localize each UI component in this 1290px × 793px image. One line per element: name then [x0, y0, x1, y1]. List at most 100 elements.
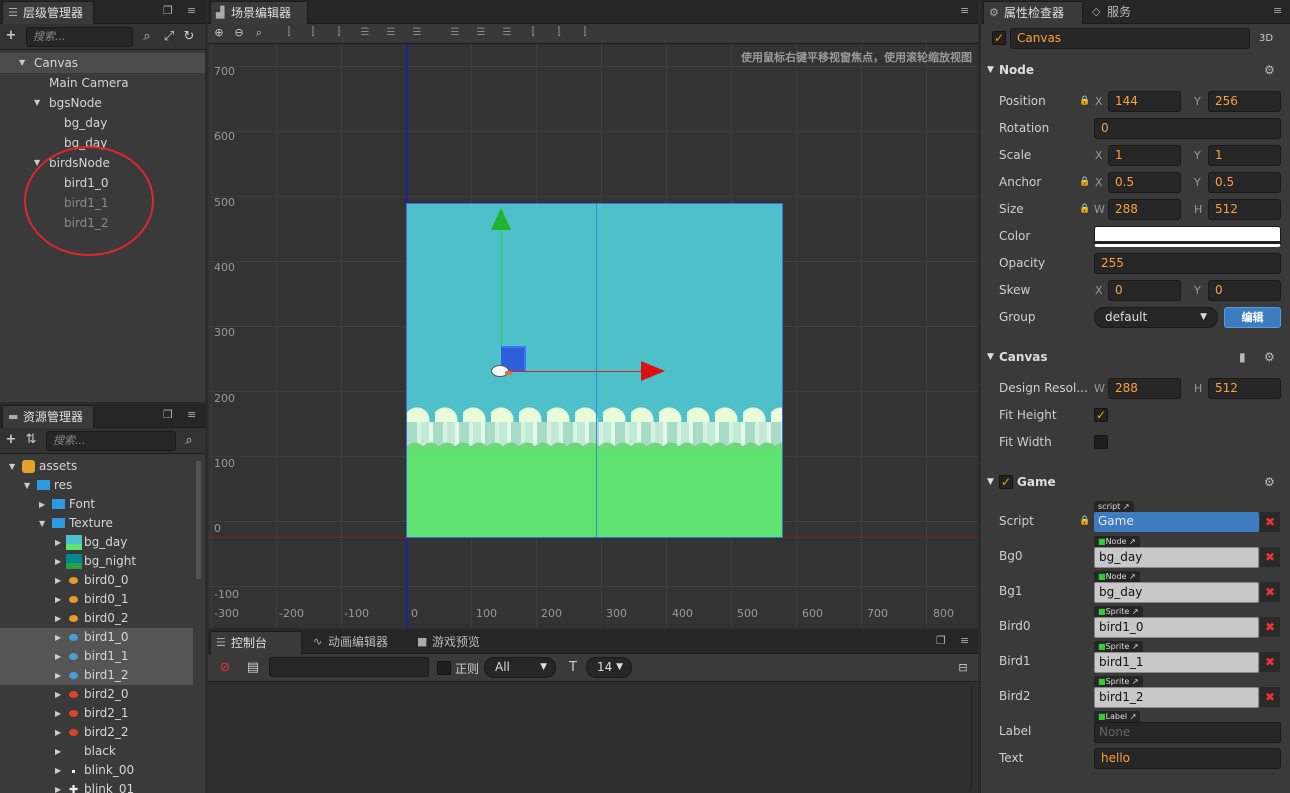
- expand-icon[interactable]: ⤢: [162, 30, 176, 44]
- regex-checkbox[interactable]: [437, 661, 451, 675]
- skew-y-input[interactable]: 0: [1208, 280, 1281, 301]
- design-w-input[interactable]: 288: [1108, 378, 1181, 399]
- gizmo-y-arrow-icon[interactable]: [491, 208, 511, 230]
- chevron-right-icon[interactable]: ▶: [55, 628, 61, 647]
- tab-inspector[interactable]: ⚙ 属性检查器: [983, 1, 1083, 24]
- asset-texture[interactable]: ▶ bird0_1: [0, 590, 205, 609]
- scale-y-input[interactable]: 1: [1208, 145, 1281, 166]
- color-swatch[interactable]: [1094, 226, 1281, 247]
- tab-assets[interactable]: ▬ 资源管理器: [2, 405, 94, 428]
- tree-node-main-camera[interactable]: Main Camera: [0, 73, 205, 93]
- gear-icon[interactable]: ⚙: [1264, 345, 1275, 369]
- tab-services[interactable]: ◇ 服务: [1087, 1, 1147, 24]
- asset-texture[interactable]: ▶ bird1_1: [0, 647, 193, 666]
- tree-node-bgsnode[interactable]: ▼ bgsNode: [0, 93, 205, 113]
- console-filter-input[interactable]: [269, 657, 429, 677]
- chevron-right-icon[interactable]: ▶: [55, 609, 61, 628]
- node-active-checkbox[interactable]: ✓: [992, 31, 1006, 45]
- node-section-header[interactable]: ▼ Node ⚙: [981, 58, 1290, 82]
- search-icon[interactable]: ⌕: [140, 30, 154, 44]
- menu-icon[interactable]: ≡: [1273, 4, 1282, 18]
- hierarchy-search-input[interactable]: 搜索...: [26, 27, 133, 47]
- chevron-right-icon[interactable]: ▶: [55, 780, 61, 793]
- sort-icon[interactable]: ⇅: [24, 433, 38, 447]
- zoom-out-icon[interactable]: ⊖: [232, 26, 246, 40]
- asset-texture[interactable]: ▶ bird0_0: [0, 571, 205, 590]
- tab-animation-editor[interactable]: ∿ 动画编辑器: [308, 631, 408, 654]
- asset-texture[interactable]: ▶ black: [0, 742, 205, 761]
- font-size-select[interactable]: 14 ▼: [586, 657, 632, 678]
- scene-viewport[interactable]: 使用鼠标右键平移视窗焦点，使用滚轮缩放视图 700 600 500 400 30…: [208, 44, 978, 628]
- maximize-icon[interactable]: ❐: [163, 4, 173, 18]
- anchor-y-input[interactable]: 0.5: [1208, 172, 1281, 193]
- align-top-icon[interactable]: ☰: [358, 26, 372, 40]
- size-w-input[interactable]: 288: [1108, 199, 1181, 220]
- clear-icon[interactable]: ⊘: [218, 661, 232, 675]
- distribute-middle-icon[interactable]: ☰: [474, 26, 488, 40]
- remove-bird1-icon[interactable]: ✖: [1260, 652, 1280, 672]
- position-y-input[interactable]: 256: [1208, 91, 1281, 112]
- remove-bird2-icon[interactable]: ✖: [1260, 687, 1280, 707]
- tab-scene-editor[interactable]: ▟ 场景编辑器: [210, 1, 308, 24]
- chevron-down-icon[interactable]: ▼: [39, 514, 45, 533]
- asset-texture[interactable]: ▶ bird2_1: [0, 704, 205, 723]
- align-bottom-icon[interactable]: ☰: [410, 26, 424, 40]
- chevron-down-icon[interactable]: ▼: [34, 93, 40, 113]
- asset-texture[interactable]: ▶ bird1_2: [0, 666, 193, 685]
- game-section-header[interactable]: ▼ ✓ Game ⚙: [981, 470, 1290, 494]
- node-name-input[interactable]: Canvas: [1010, 28, 1250, 49]
- chevron-right-icon[interactable]: ▶: [55, 742, 61, 761]
- align-right-icon[interactable]: ⫿: [332, 26, 346, 40]
- align-center-h-icon[interactable]: ⫿: [306, 26, 320, 40]
- asset-texture[interactable]: ▶ bird0_2: [0, 609, 205, 628]
- add-icon[interactable]: +: [4, 29, 18, 43]
- gear-icon[interactable]: ⚙: [1264, 58, 1275, 82]
- text-input[interactable]: hello: [1094, 748, 1281, 769]
- chevron-right-icon[interactable]: ▶: [55, 552, 61, 571]
- chevron-down-icon[interactable]: ▼: [24, 476, 30, 495]
- rotation-input[interactable]: 0: [1094, 118, 1281, 139]
- bird1-ref-field[interactable]: bird1_1: [1094, 652, 1259, 673]
- menu-icon[interactable]: ≡: [960, 634, 969, 648]
- tree-node-bg-day-1[interactable]: bg_day: [0, 113, 205, 133]
- group-select[interactable]: default ▼: [1094, 307, 1218, 328]
- distribute-bottom-icon[interactable]: ☰: [500, 26, 514, 40]
- tree-node-canvas[interactable]: ▼ Canvas: [0, 53, 205, 73]
- anchor-x-input[interactable]: 0.5: [1108, 172, 1181, 193]
- bg0-ref-field[interactable]: bg_day: [1094, 547, 1259, 568]
- align-middle-icon[interactable]: ☰: [384, 26, 398, 40]
- asset-folder[interactable]: ▶ Font: [0, 495, 205, 514]
- bird0-ref-field[interactable]: bird1_0: [1094, 617, 1259, 638]
- zoom-reset-icon[interactable]: ⌕: [252, 26, 266, 40]
- skew-x-input[interactable]: 0: [1108, 280, 1181, 301]
- chevron-right-icon[interactable]: ▶: [55, 666, 61, 685]
- game-enabled-checkbox[interactable]: ✓: [999, 475, 1013, 489]
- chevron-right-icon[interactable]: ▶: [55, 647, 61, 666]
- position-x-input[interactable]: 144: [1108, 91, 1181, 112]
- maximize-icon[interactable]: ❐: [163, 408, 173, 422]
- asset-texture[interactable]: ▶ bg_day: [0, 533, 205, 552]
- distribute-top-icon[interactable]: ☰: [448, 26, 462, 40]
- opacity-input[interactable]: 255: [1094, 253, 1281, 274]
- log-level-select[interactable]: All ▼: [484, 657, 556, 678]
- gizmo-x-arrow-icon[interactable]: [641, 361, 665, 381]
- refresh-icon[interactable]: ↻: [182, 30, 196, 44]
- fit-height-checkbox[interactable]: ✓: [1094, 408, 1108, 422]
- gizmo-x-axis[interactable]: [501, 371, 641, 372]
- chevron-right-icon[interactable]: ▶: [55, 685, 61, 704]
- menu-icon[interactable]: ≡: [187, 4, 196, 18]
- label-ref-field[interactable]: None: [1094, 722, 1281, 743]
- log-file-icon[interactable]: ▤: [246, 661, 260, 675]
- asset-texture[interactable]: ▶ ✚ blink_01: [0, 780, 205, 793]
- asset-texture[interactable]: ▶ bird2_2: [0, 723, 205, 742]
- distribute-center-icon[interactable]: ⫿: [552, 26, 566, 40]
- asset-texture[interactable]: ▶ bg_night: [0, 552, 205, 571]
- mode-3d-label[interactable]: 3D: [1259, 33, 1273, 44]
- tab-hierarchy[interactable]: ☰ 层级管理器: [2, 1, 94, 24]
- chevron-down-icon[interactable]: ▼: [19, 53, 25, 73]
- assets-search-input[interactable]: 搜索...: [46, 431, 176, 451]
- asset-texture[interactable]: ▶ blink_00: [0, 761, 205, 780]
- menu-icon[interactable]: ≡: [960, 4, 969, 18]
- asset-root[interactable]: ▼ assets: [0, 457, 205, 476]
- size-h-input[interactable]: 512: [1208, 199, 1281, 220]
